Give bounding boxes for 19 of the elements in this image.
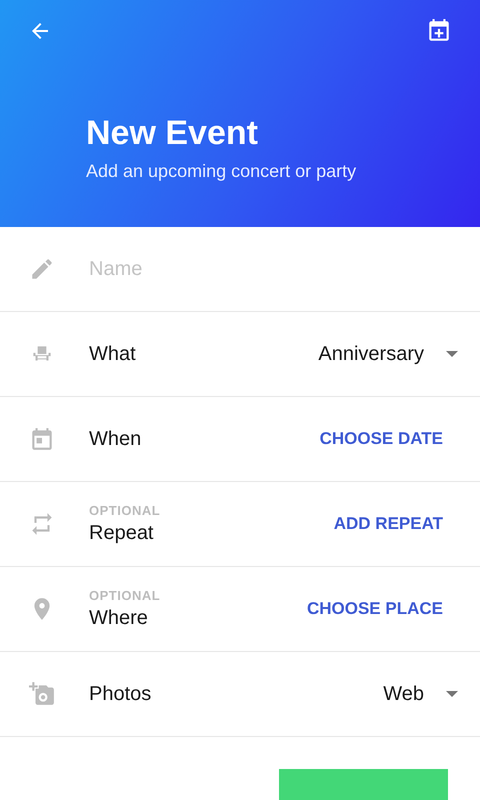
dropdown-caret-icon xyxy=(446,351,458,357)
field-label: What xyxy=(89,342,137,366)
dropdown-value: Anniversary xyxy=(318,342,424,366)
action-link[interactable]: ADD REPEAT xyxy=(334,510,443,538)
dropdown-caret-icon xyxy=(446,691,458,697)
dropdown[interactable]: Web xyxy=(383,678,458,710)
action-link[interactable]: CHOOSE PLACE xyxy=(306,595,443,623)
field-label: Where xyxy=(89,607,149,630)
optional-hint: OPTIONAL xyxy=(89,503,162,518)
optional-hint: OPTIONAL xyxy=(89,588,162,603)
page-title: New Event xyxy=(86,114,259,153)
field-label: Photos xyxy=(89,682,152,706)
add-photo-icon xyxy=(29,681,55,707)
page-subtitle: Add an upcoming concert or party xyxy=(86,161,358,182)
field-label: Repeat xyxy=(89,522,154,545)
action-link[interactable]: CHOOSE DATE xyxy=(320,425,443,453)
dropdown[interactable]: Anniversary xyxy=(318,338,458,370)
field-label: When xyxy=(89,428,142,450)
dropdown-value: Web xyxy=(383,682,424,706)
